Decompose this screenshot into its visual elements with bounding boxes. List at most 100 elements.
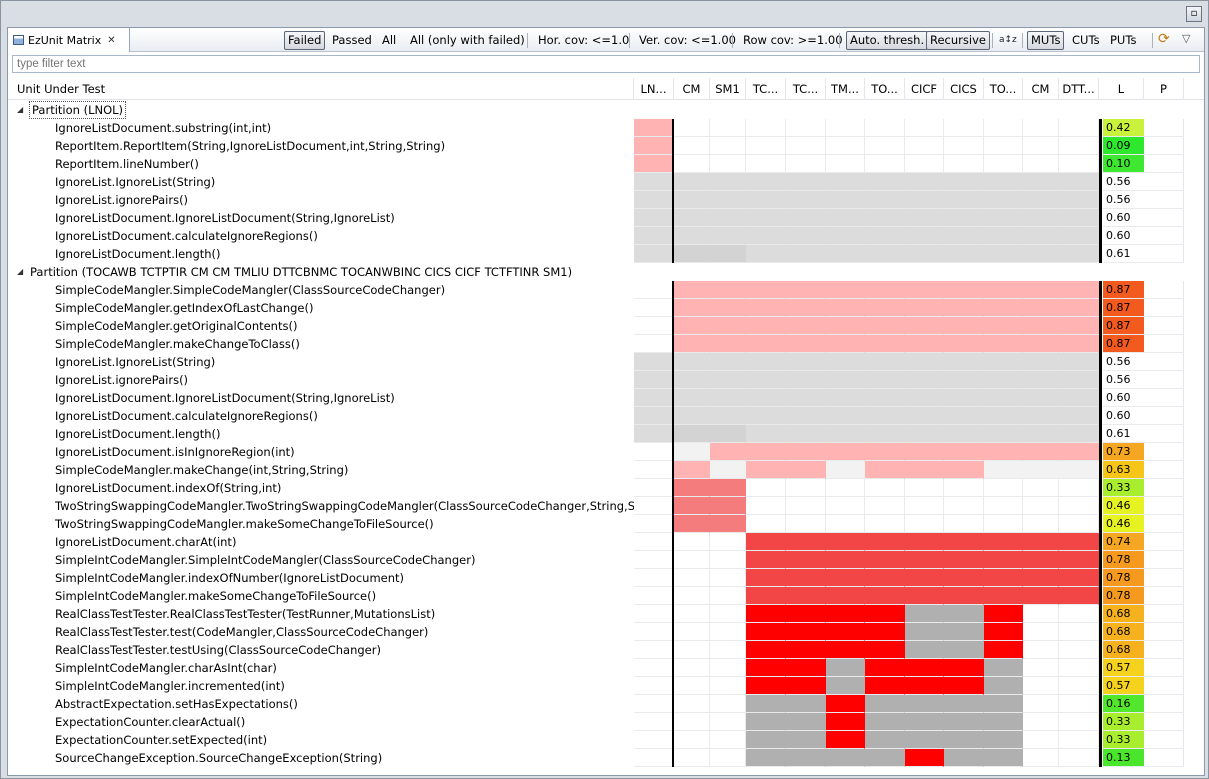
auto-thresh-toggle[interactable]: Auto. thresh. — [846, 31, 929, 50]
matrix-cell[interactable] — [1023, 587, 1059, 605]
matrix-cell[interactable] — [746, 335, 786, 353]
matrix-cell[interactable] — [674, 461, 710, 479]
matrix-cell[interactable] — [905, 119, 944, 137]
matrix-cell[interactable] — [1023, 677, 1059, 695]
matrix-cell[interactable] — [674, 659, 710, 677]
matrix-cell[interactable] — [865, 659, 905, 677]
matrix-cell[interactable] — [634, 695, 674, 713]
matrix-cell[interactable] — [1023, 245, 1059, 263]
matrix-cell[interactable] — [905, 389, 944, 407]
matrix-cell[interactable] — [710, 173, 746, 191]
matrix-cell[interactable] — [944, 749, 984, 767]
matrix-cell[interactable] — [786, 749, 826, 767]
matrix-cell[interactable] — [1059, 407, 1099, 425]
matrix-cell[interactable] — [944, 641, 984, 659]
matrix-cell[interactable] — [984, 749, 1023, 767]
matrix-cell[interactable] — [634, 335, 674, 353]
matrix-cell[interactable] — [865, 407, 905, 425]
column-matrix-8[interactable]: CICS — [944, 78, 984, 100]
matrix-cell[interactable] — [944, 155, 984, 173]
matrix-cell[interactable] — [1059, 119, 1099, 137]
matrix-cell[interactable] — [1059, 245, 1099, 263]
sort-az-icon[interactable]: a↕z — [999, 35, 1017, 45]
matrix-cell[interactable] — [984, 371, 1023, 389]
matrix-cell[interactable] — [746, 407, 786, 425]
matrix-cell[interactable] — [674, 335, 710, 353]
matrix-cell[interactable] — [905, 749, 944, 767]
matrix-cell[interactable] — [865, 731, 905, 749]
matrix-cell[interactable] — [826, 227, 865, 245]
matrix-cell[interactable] — [984, 695, 1023, 713]
matrix-cell[interactable] — [1023, 227, 1059, 245]
matrix-cell[interactable] — [674, 749, 710, 767]
matrix-cell[interactable] — [746, 461, 786, 479]
matrix-cell[interactable] — [786, 137, 826, 155]
matrix-cell[interactable] — [905, 479, 944, 497]
matrix-cell[interactable] — [710, 623, 746, 641]
matrix-cell[interactable] — [674, 155, 710, 173]
table-row[interactable]: IgnoreListDocument.IgnoreListDocument(St… — [8, 389, 1204, 407]
matrix-cell[interactable] — [984, 191, 1023, 209]
matrix-cell[interactable] — [634, 515, 674, 533]
matrix-cell[interactable] — [786, 335, 826, 353]
matrix-cell[interactable] — [984, 551, 1023, 569]
matrix-cell[interactable] — [826, 749, 865, 767]
matrix-cell[interactable] — [826, 641, 865, 659]
matrix-cell[interactable] — [1059, 371, 1099, 389]
matrix-cell[interactable] — [634, 119, 674, 137]
matrix-cell[interactable] — [944, 533, 984, 551]
matrix-cell[interactable] — [984, 659, 1023, 677]
table-row[interactable]: IgnoreList.ignorePairs() 0.56 — [8, 371, 1204, 389]
table-row[interactable]: SimpleIntCodeMangler.incremented(int) 0.5… — [8, 677, 1204, 695]
column-matrix-11[interactable]: DTT... — [1059, 78, 1099, 100]
matrix-cell[interactable] — [1059, 155, 1099, 173]
matrix-cell[interactable] — [746, 371, 786, 389]
cuts-toggle[interactable]: CUTs — [1068, 31, 1104, 50]
matrix-cell[interactable] — [944, 119, 984, 137]
matrix-cell[interactable] — [786, 281, 826, 299]
matrix-cell[interactable] — [905, 461, 944, 479]
matrix-cell[interactable] — [905, 227, 944, 245]
matrix-cell[interactable] — [826, 353, 865, 371]
matrix-cell[interactable] — [944, 695, 984, 713]
matrix-cell[interactable] — [746, 209, 786, 227]
matrix-cell[interactable] — [674, 677, 710, 695]
matrix-cell[interactable] — [1059, 227, 1099, 245]
matrix-cell[interactable] — [786, 551, 826, 569]
matrix-cell[interactable] — [1023, 731, 1059, 749]
matrix-cell[interactable] — [984, 227, 1023, 245]
matrix-cell[interactable] — [786, 731, 826, 749]
matrix-cell[interactable] — [1023, 191, 1059, 209]
matrix-cell[interactable] — [984, 515, 1023, 533]
matrix-cell[interactable] — [634, 209, 674, 227]
ver-cov-button[interactable]: Ver. cov: <=1.00 — [635, 31, 740, 50]
matrix-cell[interactable] — [826, 731, 865, 749]
matrix-cell[interactable] — [944, 479, 984, 497]
column-matrix-4[interactable]: TC... — [786, 78, 826, 100]
matrix-cell[interactable] — [710, 713, 746, 731]
matrix-cell[interactable] — [634, 749, 674, 767]
matrix-cell[interactable] — [634, 245, 674, 263]
matrix-cell[interactable] — [634, 353, 674, 371]
matrix-cell[interactable] — [1059, 317, 1099, 335]
matrix-cell[interactable] — [984, 623, 1023, 641]
matrix-cell[interactable] — [634, 497, 674, 515]
matrix-cell[interactable] — [786, 353, 826, 371]
matrix-cell[interactable] — [674, 137, 710, 155]
matrix-cell[interactable] — [710, 551, 746, 569]
matrix-cell[interactable] — [865, 119, 905, 137]
matrix-cell[interactable] — [674, 731, 710, 749]
matrix-cell[interactable] — [826, 677, 865, 695]
matrix-cell[interactable] — [786, 479, 826, 497]
matrix-cell[interactable] — [786, 659, 826, 677]
matrix-cell[interactable] — [1059, 443, 1099, 461]
matrix-cell[interactable] — [634, 389, 674, 407]
matrix-cell[interactable] — [984, 533, 1023, 551]
matrix-cell[interactable] — [786, 605, 826, 623]
column-matrix-5[interactable]: TM... — [826, 78, 865, 100]
matrix-cell[interactable] — [674, 713, 710, 731]
matrix-cell[interactable] — [905, 173, 944, 191]
matrix-cell[interactable] — [865, 353, 905, 371]
matrix-cell[interactable] — [674, 173, 710, 191]
all-only-failed-toggle[interactable]: All (only with failed) — [406, 31, 529, 50]
